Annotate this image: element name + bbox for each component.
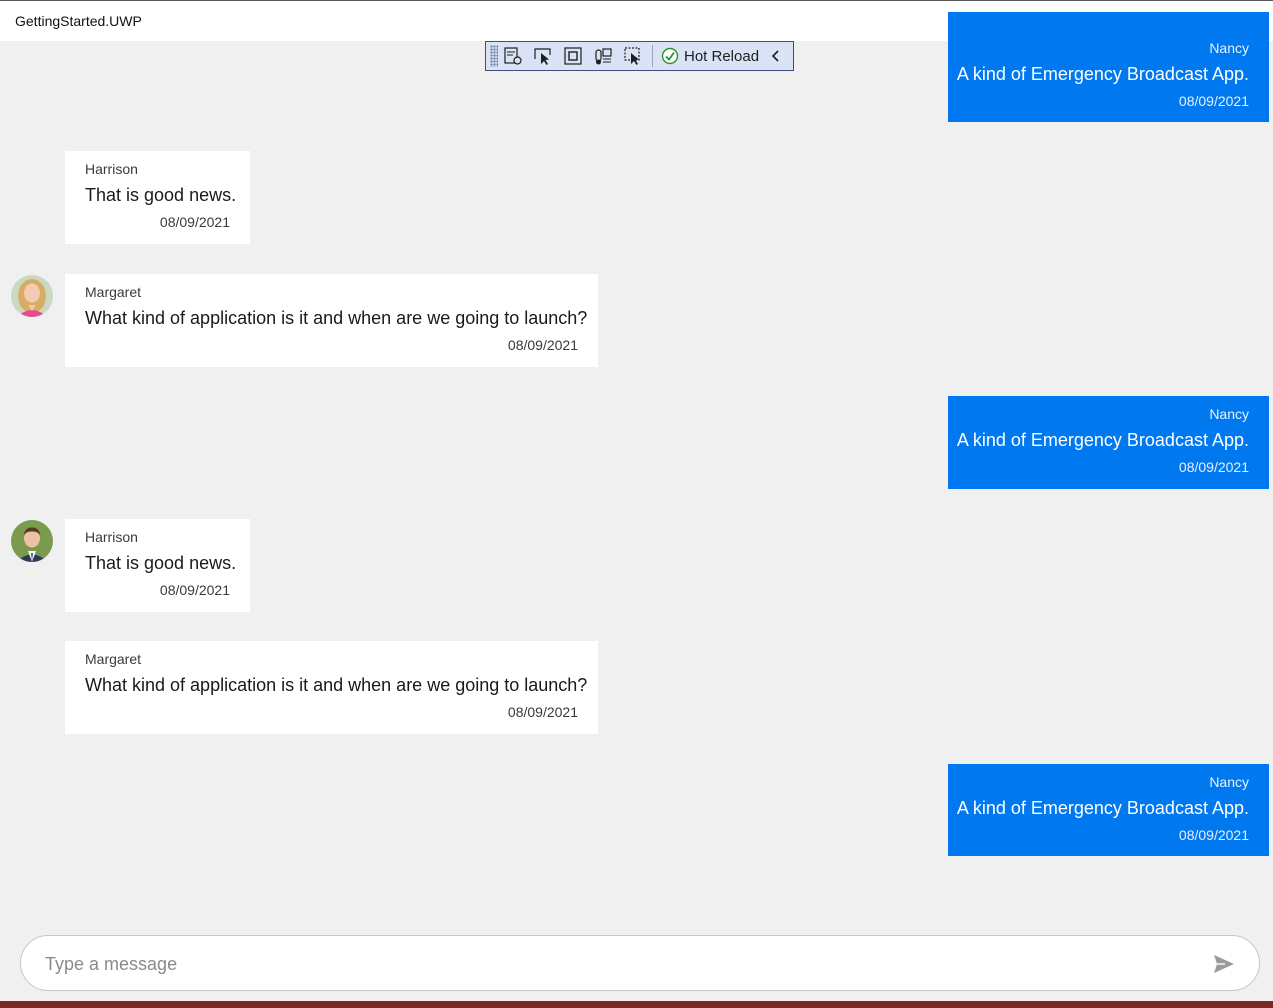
avatar-margaret [11, 275, 53, 317]
message-date: 08/09/2021 [159, 214, 230, 230]
taskbar-edge [0, 1001, 1273, 1008]
message-author: Harrison [85, 529, 138, 545]
message-bubble-incoming: Harrison That is good news. 08/09/2021 [65, 151, 250, 244]
message-author: Harrison [85, 161, 138, 177]
send-icon [1214, 955, 1234, 973]
window-title: GettingStarted.UWP [15, 13, 142, 29]
message-bubble-outgoing: Nancy A kind of Emergency Broadcast App.… [948, 12, 1269, 122]
message-author: Margaret [85, 651, 142, 667]
track-focus-button[interactable] [588, 43, 618, 69]
message-bubble-incoming: Margaret What kind of application is it … [65, 641, 598, 734]
chevron-left-icon [771, 50, 779, 62]
avatar-harrison [11, 520, 53, 562]
message-date: 08/09/2021 [1178, 827, 1249, 843]
check-circle-icon [661, 47, 679, 65]
message-author: Margaret [85, 284, 142, 300]
hot-reload-label: Hot Reload [684, 47, 760, 65]
message-date: 08/09/2021 [1178, 459, 1249, 475]
send-button[interactable] [1211, 951, 1237, 977]
message-bubble-outgoing: Nancy A kind of Emergency Broadcast App.… [948, 764, 1269, 856]
message-text: A kind of Emergency Broadcast App. [956, 430, 1249, 450]
live-visual-tree-icon [504, 47, 522, 65]
select-element-icon [534, 48, 551, 65]
display-rendering-icon [624, 47, 640, 65]
message-composer [20, 935, 1260, 991]
display-rendering-button[interactable] [618, 43, 648, 69]
message-date: 08/09/2021 [507, 704, 578, 720]
message-text: A kind of Emergency Broadcast App. [956, 798, 1249, 818]
message-text: What kind of application is it and when … [85, 308, 588, 328]
display-layout-adorners-button[interactable] [558, 43, 588, 69]
track-focus-icon [595, 48, 612, 65]
select-element-button[interactable] [528, 43, 558, 69]
message-author: Nancy [1209, 40, 1249, 56]
toolbar-grip-handle[interactable] [490, 45, 498, 67]
message-text: What kind of application is it and when … [85, 675, 588, 695]
message-bubble-outgoing: Nancy A kind of Emergency Broadcast App.… [948, 396, 1269, 489]
message-date: 08/09/2021 [159, 582, 230, 598]
hot-reload-status[interactable]: Hot Reload [661, 47, 759, 65]
message-bubble-incoming: Margaret What kind of application is it … [65, 274, 598, 367]
xaml-debug-toolbar: Hot Reload [485, 41, 794, 71]
message-input[interactable] [43, 948, 1187, 980]
message-text: That is good news. [85, 553, 237, 573]
message-date: 08/09/2021 [1178, 93, 1249, 109]
collapse-toolbar-button[interactable] [771, 49, 781, 63]
live-visual-tree-button[interactable] [498, 43, 528, 69]
message-bubble-incoming: Harrison That is good news. 08/09/2021 [65, 519, 250, 612]
message-text: That is good news. [85, 185, 237, 205]
message-author: Nancy [1209, 774, 1249, 790]
toolbar-separator [652, 45, 653, 67]
message-author: Nancy [1209, 406, 1249, 422]
layout-adorners-icon [564, 47, 582, 65]
message-text: A kind of Emergency Broadcast App. [956, 64, 1249, 84]
message-date: 08/09/2021 [507, 337, 578, 353]
